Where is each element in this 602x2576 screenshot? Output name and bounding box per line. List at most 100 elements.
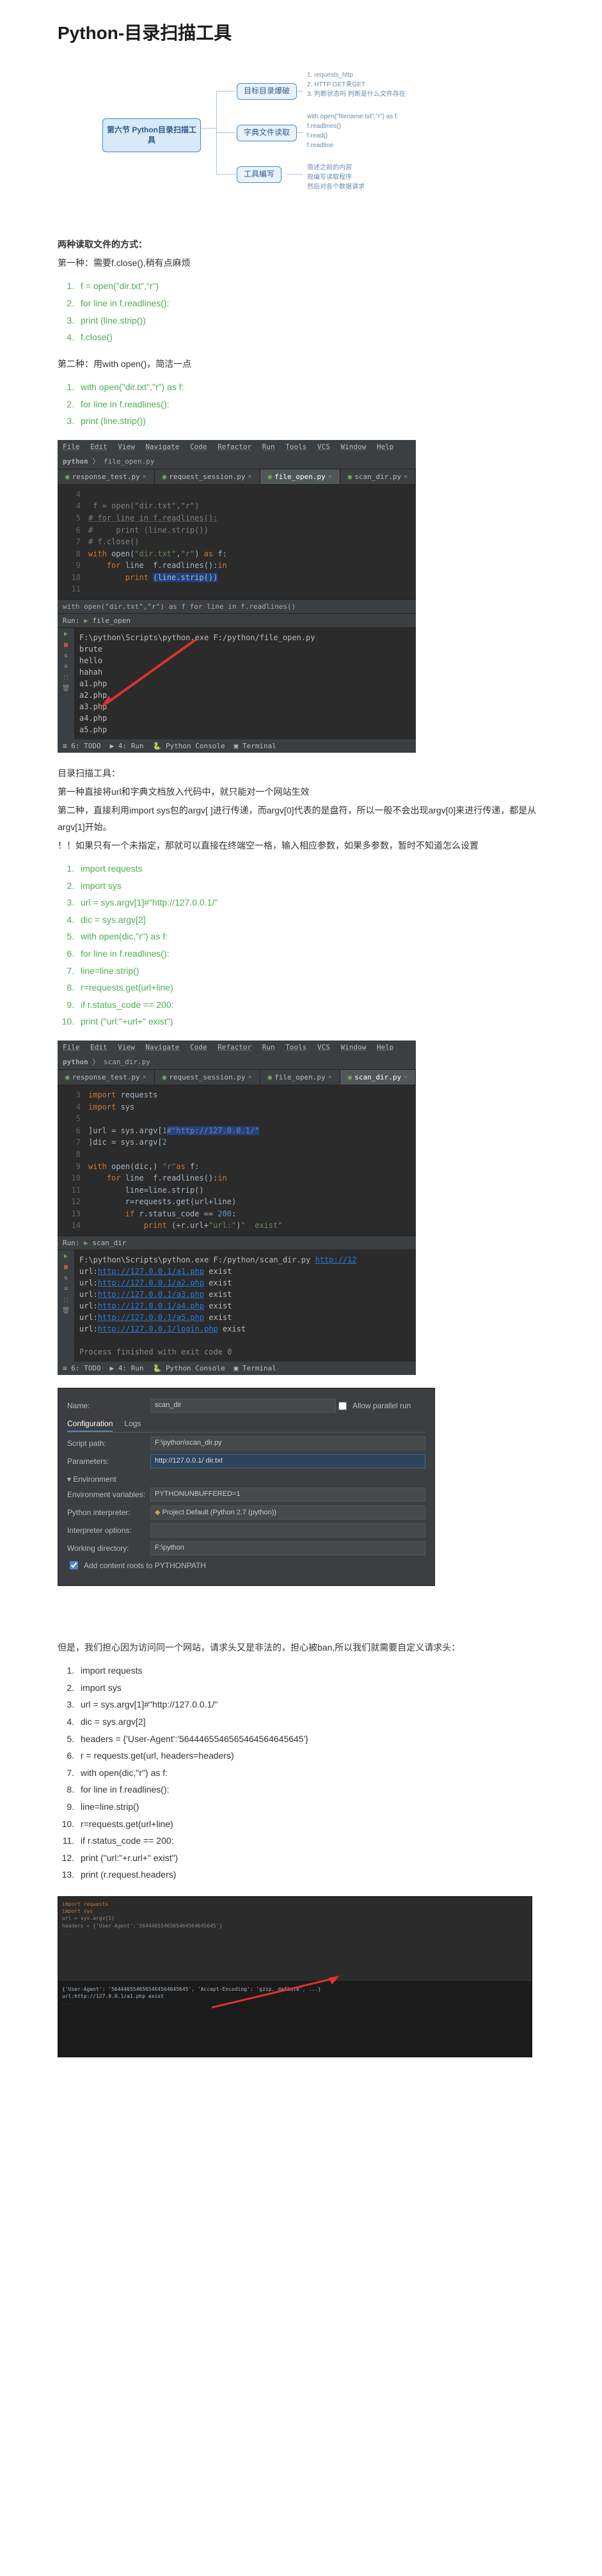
console: ▶ ■ ⇅ ≡ ⬚ 🗑 F:\python\Scripts\python.exe… (58, 1250, 416, 1362)
interp-opts-label: Interpreter options: (67, 1526, 150, 1535)
tab-scan-dir[interactable]: ●scan_dir.py× (340, 1070, 416, 1085)
tool-icon[interactable]: ≡ (64, 1285, 68, 1292)
run-config-panel: Name: scan_dir Allow parallel run Config… (58, 1388, 435, 1586)
tab-request-session[interactable]: ●request_session.py× (155, 469, 260, 484)
wd-label: Working directory: (67, 1544, 150, 1553)
tool-icon[interactable]: ⇅ (64, 652, 68, 659)
menu-refactor[interactable]: Refactor (218, 1043, 251, 1051)
list-item: r=requests.get(url+line) (77, 979, 544, 996)
interp-opts-field[interactable] (150, 1523, 425, 1537)
page-title: Python-目录扫描工具 (58, 19, 544, 45)
tab-file-open[interactable]: ●file_open.py× (260, 469, 340, 484)
name-label: Name: (67, 1401, 150, 1410)
mm-sub-2: with open("filename.txt","r") as f: f.re… (307, 112, 399, 150)
tool-icon[interactable]: ⇅ (64, 1275, 68, 1282)
bottom-terminal[interactable]: ▣ Terminal (234, 1364, 276, 1372)
list-item: for line in f.readlines(): (77, 396, 544, 413)
menu-code[interactable]: Code (190, 1043, 207, 1051)
console-gutter[interactable]: ▶ ■ ⇅ ≡ ⬚ 🗑 (58, 1250, 74, 1362)
bottom-pyconsole[interactable]: 🐍 Python Console (153, 1364, 225, 1372)
menu-tools[interactable]: Tools (285, 443, 306, 451)
but-paragraph: 但是，我们担心因为访问同一个网站，请求头又是非法的，担心被ban,所以我们就需要… (58, 1640, 544, 1656)
wd-field[interactable]: F:\python (150, 1541, 425, 1555)
ide-bottom-bar[interactable]: ≡ 6: TODO ▶ 4: Run 🐍 Python Console ▣ Te… (58, 739, 416, 753)
menu-view[interactable]: View (118, 1043, 135, 1051)
tool-icon[interactable]: ⬚ (64, 1296, 68, 1303)
bottom-run[interactable]: ▶ 4: Run (110, 742, 144, 750)
menu-file[interactable]: File (63, 1043, 80, 1051)
ide-menubar[interactable]: File Edit View Navigate Code Refactor Ru… (58, 1041, 416, 1054)
menu-code[interactable]: Code (190, 443, 207, 451)
menu-refactor[interactable]: Refactor (218, 443, 251, 451)
interp-label: Python interpreter: (67, 1508, 150, 1517)
tab-logs[interactable]: Logs (124, 1419, 141, 1432)
run-icon[interactable]: ▶ (64, 1253, 68, 1260)
editor-code[interactable]: 44 f = open("dir.txt","r")5# for line in… (58, 485, 416, 599)
menu-run[interactable]: Run (262, 443, 275, 451)
stop-icon[interactable]: ■ (64, 1264, 68, 1271)
ide-bottom-bar[interactable]: ≡ 6: TODO ▶ 4: Run 🐍 Python Console ▣ Te… (58, 1362, 416, 1375)
menu-edit[interactable]: Edit (90, 443, 107, 451)
tab-file-open[interactable]: ●file_open.py× (260, 1070, 340, 1085)
two-methods-heading: 两种读取文件的方式： (58, 237, 544, 253)
menu-window[interactable]: Window (340, 1043, 366, 1051)
tab-response-test[interactable]: ●response_test.py× (58, 469, 155, 484)
tab-request-session[interactable]: ●request_session.py× (155, 1070, 260, 1085)
menu-tools[interactable]: Tools (285, 1043, 306, 1051)
menu-edit[interactable]: Edit (90, 1043, 107, 1051)
menu-window[interactable]: Window (340, 443, 366, 451)
list-item: print (line.strip()) (77, 412, 544, 430)
allow-parallel[interactable]: Allow parallel run (336, 1400, 425, 1412)
bottom-todo[interactable]: ≡ 6: TODO (63, 1364, 101, 1372)
menu-vcs[interactable]: VCS (317, 1043, 330, 1051)
list-item: if r.status_code == 200: (77, 996, 544, 1014)
console-output: F:\python\Scripts\python.exe F:/python/s… (74, 1250, 416, 1362)
list-item: import requests (77, 860, 544, 877)
name-field[interactable]: scan_dir (150, 1399, 336, 1413)
list-item: for line in f.readlines(): (77, 945, 544, 962)
params-field[interactable]: http://127.0.0.1/ dir.txt (150, 1454, 425, 1468)
tool-icon[interactable]: ⬚ (64, 674, 68, 681)
mm-branch-1: 目标目录爆破 (237, 83, 297, 100)
menu-navigate[interactable]: Navigate (145, 1043, 179, 1051)
tab-scan-dir[interactable]: ●scan_dir.py× (340, 469, 416, 484)
mm-branch-2: 字典文件读取 (237, 125, 297, 141)
breadcrumb: python 〉 scan_dir.py (58, 1054, 416, 1070)
menu-run[interactable]: Run (262, 1043, 275, 1051)
bottom-run[interactable]: ▶ 4: Run (110, 1364, 144, 1372)
run-icon[interactable]: ▶ (64, 631, 68, 638)
bottom-terminal[interactable]: ▣ Terminal (234, 742, 276, 750)
tab-configuration[interactable]: Configuration (67, 1419, 113, 1432)
editor-tabs[interactable]: ●response_test.py× ●request_session.py× … (58, 469, 416, 485)
bottom-todo[interactable]: ≡ 6: TODO (63, 742, 101, 750)
tool-icon[interactable]: 🗑 (62, 685, 70, 692)
menu-help[interactable]: Help (377, 443, 394, 451)
interp-field[interactable]: ◆ Project Default (Python 2.7 (python)) (150, 1505, 425, 1520)
code-list-3: import requests import sys url = sys.arg… (58, 860, 544, 1030)
env-header[interactable]: ▾ Environment (67, 1475, 116, 1484)
add-content-roots[interactable]: Add content roots to PYTHONPATH (67, 1559, 425, 1571)
console-gutter[interactable]: ▶ ■ ⇅ ≡ ⬚ 🗑 (58, 628, 74, 739)
envvars-field[interactable]: PYTHONUNBUFFERED=1 (150, 1488, 425, 1502)
menu-navigate[interactable]: Navigate (145, 443, 179, 451)
ide-status: with open("dir.txt","r") as f for line i… (58, 599, 416, 613)
stop-icon[interactable]: ■ (64, 641, 68, 648)
editor-tabs[interactable]: ●response_test.py× ●request_session.py× … (58, 1070, 416, 1085)
tool-icon[interactable]: 🗑 (62, 1307, 70, 1314)
mm-sub-3: 简述之前的内容 现编写读取程序 然后对各个数据请求 (307, 163, 365, 192)
config-tabs[interactable]: Configuration Logs (67, 1419, 425, 1433)
editor-code[interactable]: 3import requests4import sys56]url = sys.… (58, 1085, 416, 1236)
menu-help[interactable]: Help (377, 1043, 394, 1051)
script-field[interactable]: F:\python\scan_dir.py (150, 1436, 425, 1450)
menu-view[interactable]: View (118, 443, 135, 451)
params-label: Parameters: (67, 1457, 150, 1466)
list-item: f = open("dir.txt","r") (77, 278, 544, 295)
menu-file[interactable]: File (63, 443, 80, 451)
bottom-pyconsole[interactable]: 🐍 Python Console (153, 742, 225, 750)
ide-menubar[interactable]: File Edit View Navigate Code Refactor Ru… (58, 440, 416, 453)
final-output: {'User-Agent': '564446554656546456464564… (58, 1982, 532, 2057)
tool-icon[interactable]: ≡ (64, 663, 68, 670)
mm-branch-3: 工具编写 (237, 166, 281, 183)
tab-response-test[interactable]: ●response_test.py× (58, 1070, 155, 1085)
menu-vcs[interactable]: VCS (317, 443, 330, 451)
